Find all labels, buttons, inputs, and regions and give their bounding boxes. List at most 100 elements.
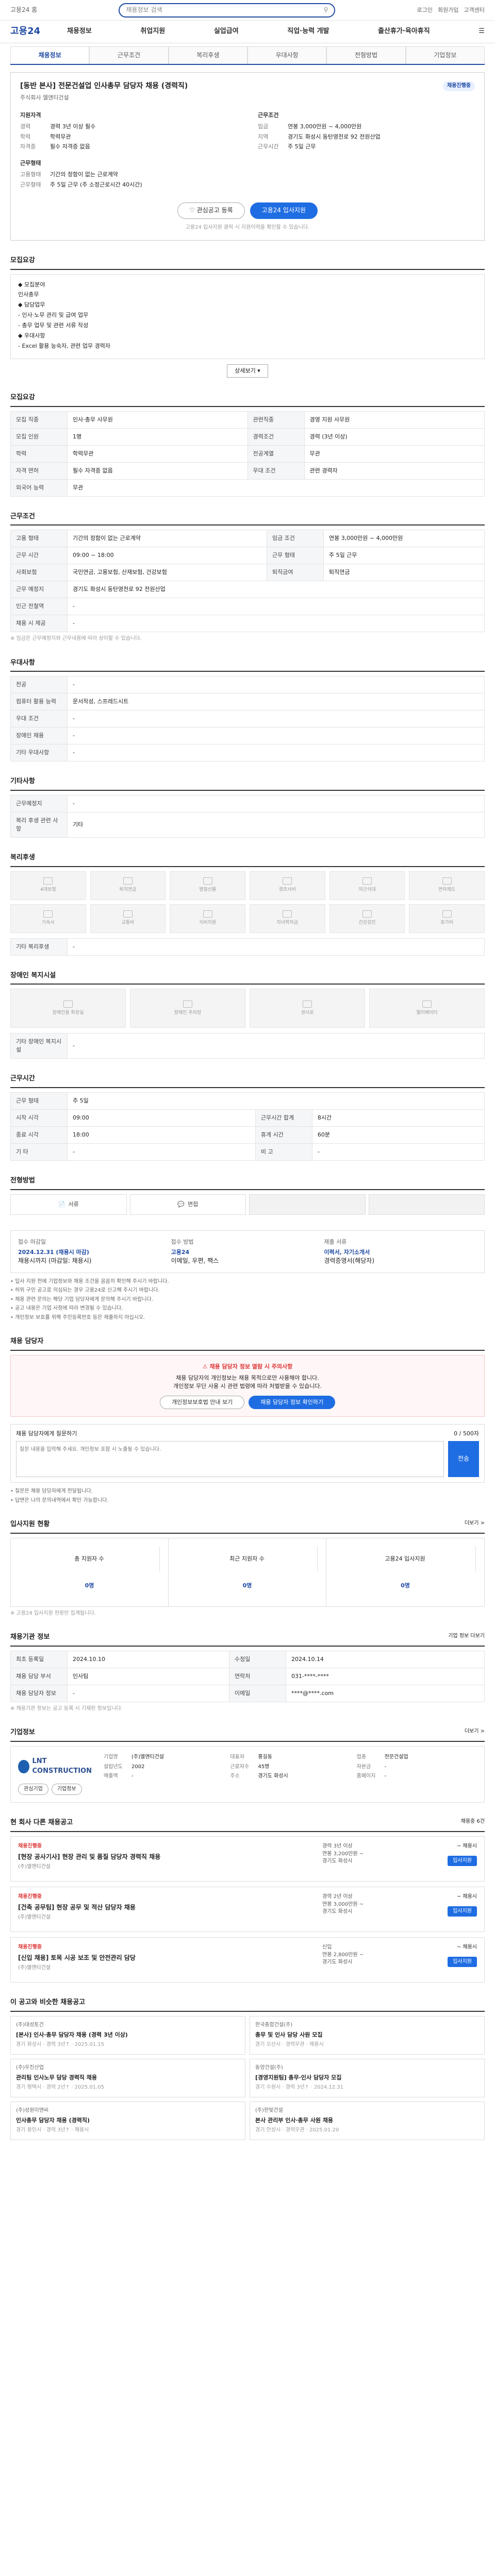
tab-company[interactable]: 기업정보 [405, 46, 485, 64]
table-cell: ****@****.com [285, 1684, 485, 1702]
company-name[interactable]: 주식회사 엘앤티건설 [20, 94, 475, 102]
home-link[interactable]: 고용24 홈 [10, 6, 37, 14]
table-cell: 09:00 [67, 1109, 256, 1127]
interest-button[interactable]: ♡ 관심공고 등록 [177, 202, 245, 219]
nav-item-training[interactable]: 직업·능력 개발 [287, 27, 329, 37]
table-row: 시작 시각 09:00 근무시간 합계 8시간 [10, 1109, 485, 1127]
apply-button[interactable]: 고용24 입사지원 [250, 202, 318, 219]
table-key: 기타 장애인 복지시설 [10, 1033, 68, 1059]
main-menu: 채용정보 취업지원 실업급여 직업·능력 개발 출산휴가·육아휴직 ☰ [67, 27, 485, 37]
site-logo[interactable]: 고용24 [10, 25, 67, 38]
search-input[interactable]: 채용정보 검색 ⚲ [119, 3, 336, 18]
nav-item-leave[interactable]: 출산휴가·육아휴직 [378, 27, 430, 37]
table-row: 모집 인원 1명 경력조건 경력 (3년 이상) [10, 428, 485, 446]
meta-line: 경기도 화성시 [322, 1909, 353, 1915]
help-link[interactable]: 고객센터 [464, 6, 485, 14]
info-key: 근로자수 [230, 1764, 250, 1770]
apply-col-heading: 제출 서류 [324, 1238, 347, 1245]
apply-bullets: • 입사 지원 전에 기업정보와 채용 조건을 꼼꼼히 확인해 주시기 바랍니다… [10, 1278, 485, 1322]
facility-icon [303, 1000, 312, 1008]
table-row: 장애인 채용 - [10, 727, 485, 745]
table-cell: - [67, 710, 485, 728]
job-card-title[interactable]: [현장 공사기사] 현장 관리 및 품질 담당자 경력직 채용 [18, 1853, 322, 1861]
welfare-label: 기숙사 [41, 920, 55, 926]
job-card-apply-button[interactable]: 입사지원 [448, 1906, 477, 1917]
tab-process[interactable]: 전형방법 [326, 46, 406, 64]
table-cell: 기간의 정함이 없는 근로계약 [67, 530, 267, 548]
tab-conditions[interactable]: 근무조건 [89, 46, 169, 64]
table-cell: - [67, 1143, 256, 1161]
table-key: 인근 전철역 [10, 598, 68, 616]
recommended-card[interactable]: (주)한빛건설 본사 관리부 인사·총무 사원 채용 경기 안성시 · 경력무관 ·… [250, 2101, 485, 2140]
table-cell: 인사·총무 사무원 [67, 411, 248, 429]
job-card-title[interactable]: [신입 채용] 토목 시공 보조 및 안전관리 담당 [18, 1954, 322, 1962]
apply-info-box: 접수 마감일 2024.12.31 (채용시 마감) 채용시까지 (마감일: 채용시… [10, 1230, 485, 1273]
table-cell: 60분 [311, 1126, 485, 1144]
applicants-stats: 총 지원자 수 0명 최근 지원자 수 0명 고용24 입사지원 0명 [10, 1537, 485, 1607]
job-card[interactable]: 채용진행중 [현장 공사기사] 현장 관리 및 품질 담당자 경력직 채용 (주)엘… [10, 1836, 485, 1882]
form-block: 근무형태 고용형태 기간의 정함이 없는 근로계약 근무형태 주 5일 근무 (주 … [20, 159, 237, 191]
recommended-card[interactable]: (주)우진산업 관리팀 인사노무 담당 경력직 채용 경기 평택시 · 경력 2년↑… [10, 2058, 245, 2097]
rec-title[interactable]: [본사] 인사·총무 담당자 채용 (경력 3년 이상) [16, 2031, 240, 2039]
top-utility-bar: 고용24 홈 채용정보 검색 ⚲ 로그인 회원가입 고객센터 [0, 0, 495, 21]
welfare-icon [203, 910, 212, 918]
recommended-card[interactable]: (주)대성토건 [본사] 인사·총무 담당자 채용 (경력 3년 이상) 경기 화성… [10, 2015, 245, 2055]
company-more-link[interactable]: 더보기 > [465, 1728, 485, 1738]
privacy-law-button[interactable]: 개인정보보호법 안내 보기 [159, 1396, 245, 1410]
welfare-item: 경조사비 [250, 871, 325, 900]
recommended-card[interactable]: 동양건설(주) [경영지원팀] 총무·인사 담당자 모집 경기 수원시 · 경력 3… [250, 2058, 485, 2097]
recommended-card[interactable]: (주)성원이앤씨 인사총무 담당자 채용 (경력직) 경기 용인시 · 경력 3년↑… [10, 2101, 245, 2140]
login-link[interactable]: 로그인 [417, 6, 433, 14]
rec-meta: 경기 수원시 · 경력 3년↑ · 2024.12.31 [255, 2084, 344, 2091]
rec-title[interactable]: [경영지원팀] 총무·인사 담당자 모집 [255, 2074, 479, 2082]
nav-item-jobs[interactable]: 채용정보 [67, 27, 92, 37]
rec-title[interactable]: 본사 관리부 인사·총무 사원 채용 [255, 2116, 479, 2125]
table-key: 우대 조건 [247, 462, 305, 480]
top-links: 로그인 회원가입 고객센터 [417, 6, 485, 14]
menu-icon[interactable]: ☰ [478, 27, 485, 37]
follow-company-button[interactable]: 관심기업 [18, 1784, 48, 1795]
welfare-label: 4대보험 [40, 887, 56, 893]
info-val: - [384, 1764, 387, 1770]
nav-item-support[interactable]: 취업지원 [140, 27, 165, 37]
contact-section: 채용 담당자 ⚠ 채용 담당자 정보 열람 시 주의사항 채용 담당자의 개인정… [10, 1337, 485, 1504]
process-step: 💬 면접 [129, 1194, 246, 1215]
nav-item-benefit[interactable]: 실업급여 [214, 27, 239, 37]
job-card-title[interactable]: [건축 공무팀] 현장 공무 및 적산 담당자 채용 [18, 1903, 322, 1912]
job-card-apply-button[interactable]: 입사지원 [448, 1956, 477, 1968]
status-badge: 채용진행중 [443, 81, 475, 91]
rec-title[interactable]: 인사총무 담당자 채용 (경력직) [16, 2116, 240, 2125]
other-jobs-count[interactable]: 채용중 6건 [461, 1818, 485, 1828]
search-icon[interactable]: ⚲ [324, 6, 328, 14]
rec-title[interactable]: 관리팀 인사노무 담당 경력직 채용 [16, 2074, 240, 2082]
applicants-more-link[interactable]: 더보기 > [465, 1520, 485, 1530]
tab-welfare[interactable]: 복리후생 [168, 46, 248, 64]
detail-more-button[interactable]: 상세보기 ▾ [227, 364, 268, 378]
view-contact-button[interactable]: 채용 담당자 정보 확인하기 [249, 1396, 336, 1410]
job-card[interactable]: 채용진행중 [신입 채용] 토목 시공 보조 및 안전관리 담당 (주)엘앤티건설 … [10, 1937, 485, 1983]
send-button[interactable]: 전송 [448, 1441, 479, 1478]
company-info-item: 매출액 - [104, 1773, 224, 1781]
tab-recruit[interactable]: 채용정보 [10, 46, 90, 64]
recommended-card[interactable]: 한국종합건설(주) 총무 및 인사 담당 사원 모집 경기 오산시 · 경력무관 ·… [250, 2015, 485, 2055]
agency-table: 최초 등록일 2024.10.10 수정일 2024.10.14 채용 담당 부서 인사… [10, 1651, 485, 1702]
stat-item: 고용24 입사지원 0명 [326, 1538, 484, 1606]
table-row: 모집 직종 인사·총무 사무원 관련직종 경영 지원 사무원 [10, 411, 485, 429]
job-card-apply-button[interactable]: 입사지원 [448, 1855, 477, 1867]
disability-grid: 장애인용 화장실 장애인 주차장 경사로 엘리베이터 [10, 989, 485, 1028]
tab-preference[interactable]: 우대사항 [247, 46, 327, 64]
agency-more-link[interactable]: 기업 정보 더보기 [448, 1633, 485, 1642]
job-card[interactable]: 채용진행중 [건축 공무팀] 현장 공무 및 적산 담당자 채용 (주)엘앤티건설 … [10, 1887, 485, 1933]
apply-col-sub: 이메일, 우편, 팩스 [171, 1257, 219, 1264]
cond-row: 근무시간 주 5일 근무 [258, 143, 475, 151]
stat-value: 0명 [85, 1582, 94, 1589]
question-input[interactable] [16, 1441, 444, 1478]
job-card-meta: 경력 2년 이상 연봉 3,000만원 ~ 경기도 화성시 [322, 1893, 425, 1925]
process-step: 📄 서류 [10, 1194, 127, 1215]
table-key: 전공 [10, 676, 68, 694]
table-cell: 필수 자격증 없음 [67, 462, 248, 480]
company-info-button[interactable]: 기업정보 [51, 1784, 82, 1795]
rec-title[interactable]: 총무 및 인사 담당 사원 모집 [255, 2031, 479, 2039]
signup-link[interactable]: 회원가입 [438, 6, 458, 14]
table-cell: 09:00 ~ 18:00 [67, 547, 267, 565]
